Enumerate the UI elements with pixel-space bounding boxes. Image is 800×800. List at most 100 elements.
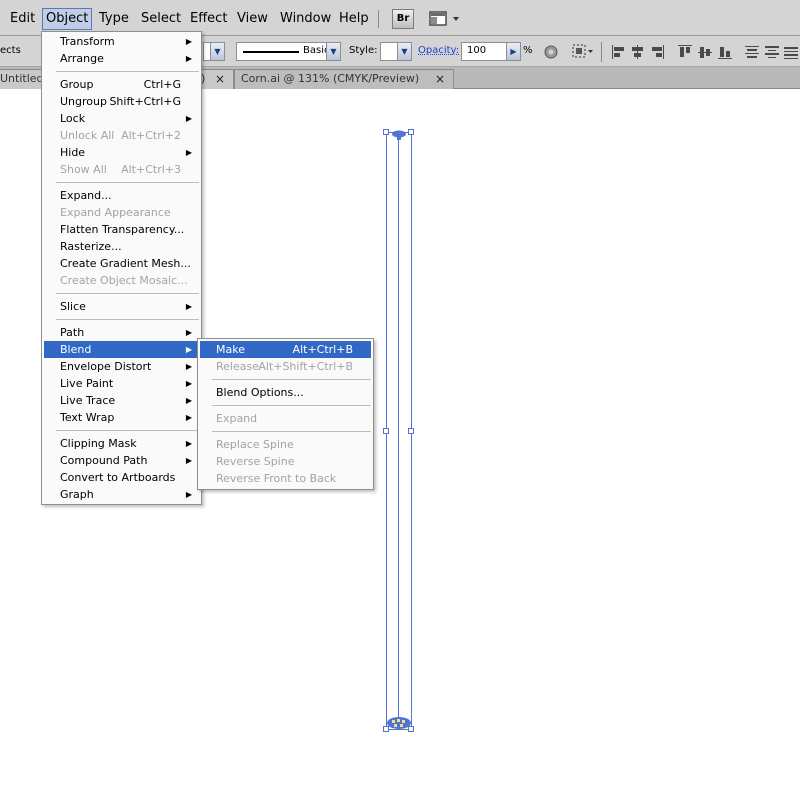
menu-separator	[212, 405, 371, 406]
bbox-handle[interactable]	[383, 726, 389, 732]
menu-item-text-wrap[interactable]: Text Wrap ▶	[44, 409, 199, 426]
align-bottom-icon[interactable]	[718, 45, 732, 59]
close-icon[interactable]: ×	[435, 70, 445, 88]
brush-dropdown[interactable]: ▼	[203, 42, 225, 61]
menu-item-expand[interactable]: Expand...	[44, 187, 199, 204]
menu-item-live-paint[interactable]: Live Paint ▶	[44, 375, 199, 392]
close-icon[interactable]: ×	[215, 70, 225, 88]
submenu-arrow-icon: ▶	[185, 148, 192, 157]
align-right-icon[interactable]	[650, 45, 664, 59]
stroke-line-preview	[243, 51, 299, 53]
align-left-icon[interactable]	[612, 45, 626, 59]
menu-item-label: Path	[60, 326, 85, 339]
menu-item-label: Convert to Artboards	[60, 471, 176, 484]
menu-edit[interactable]: Edit	[7, 8, 38, 30]
bbox-handle[interactable]	[408, 726, 414, 732]
blend-submenu: Make Alt+Ctrl+B Release Alt+Shift+Ctrl+B Ble…	[197, 338, 374, 490]
menu-window[interactable]: Window	[277, 8, 334, 30]
submenu-arrow-icon: ▶	[185, 413, 192, 422]
opacity-input[interactable]: 100 ▶	[461, 42, 521, 61]
menu-item-path[interactable]: Path ▶	[44, 324, 199, 341]
control-bar-label: ects	[0, 45, 21, 56]
select-similar-button[interactable]	[571, 43, 595, 61]
menu-select[interactable]: Select	[138, 8, 184, 30]
bridge-icon: Br	[396, 13, 410, 24]
distribute-bottom-icon[interactable]	[784, 45, 798, 59]
distribute-center-icon[interactable]	[765, 45, 779, 59]
menu-item-lock[interactable]: Lock ▶	[44, 110, 199, 127]
menubar-divider	[378, 10, 379, 28]
submenu-arrow-icon: ▶	[185, 379, 192, 388]
menu-item-group[interactable]: Group Ctrl+G	[44, 76, 199, 93]
menu-item-live-trace[interactable]: Live Trace ▶	[44, 392, 199, 409]
blend-item-reverse-front-to-back: Reverse Front to Back	[200, 470, 371, 487]
chevron-down-icon: ▼	[210, 43, 224, 60]
menu-help[interactable]: Help	[336, 8, 372, 30]
menu-item-create-gradient-mesh[interactable]: Create Gradient Mesh...	[44, 255, 199, 272]
blend-item-make[interactable]: Make Alt+Ctrl+B	[200, 341, 371, 358]
blend-item-expand: Expand	[200, 410, 371, 427]
menu-item-shortcut: Ctrl+G	[143, 78, 181, 91]
menu-view[interactable]: View	[234, 8, 271, 30]
menu-item-transform[interactable]: Transform ▶	[44, 33, 199, 50]
opacity-link[interactable]: Opacity:	[418, 45, 459, 56]
align-center-vertical-icon[interactable]	[698, 45, 712, 59]
menu-item-hide[interactable]: Hide ▶	[44, 144, 199, 161]
menu-item-flatten-transparency[interactable]: Flatten Transparency...	[44, 221, 199, 238]
menu-item-label: Rasterize...	[60, 240, 122, 253]
tab-corn-ai[interactable]: Corn.ai @ 131% (CMYK/Preview) ×	[234, 69, 454, 89]
menu-item-shortcut: Shift+Ctrl+G	[109, 95, 181, 108]
menu-item-slice[interactable]: Slice ▶	[44, 298, 199, 315]
align-top-icon[interactable]	[678, 45, 692, 59]
menu-item-unlock-all: Unlock All Alt+Ctrl+2	[44, 127, 199, 144]
menu-item-label: Arrange	[60, 52, 104, 65]
selected-artwork[interactable]	[383, 129, 414, 734]
style-dropdown[interactable]: ▼	[380, 42, 412, 61]
menu-separator	[212, 379, 371, 380]
submenu-arrow-icon: ▶	[185, 396, 192, 405]
menu-separator	[212, 431, 371, 432]
control-divider	[601, 42, 602, 62]
distribute-top-icon[interactable]	[745, 45, 759, 59]
submenu-arrow-icon: ▶	[185, 456, 192, 465]
recolor-icon	[544, 45, 558, 59]
workspace-switcher[interactable]	[428, 9, 464, 29]
menu-effect[interactable]: Effect	[187, 8, 230, 30]
bridge-button[interactable]: Br	[392, 9, 414, 29]
stroke-profile-dropdown[interactable]: Basic ▼	[236, 42, 341, 61]
menu-item-arrange[interactable]: Arrange ▶	[44, 50, 199, 67]
bbox-handle[interactable]	[408, 129, 414, 135]
submenu-arrow-icon: ▶	[185, 328, 192, 337]
menu-item-label: Unlock All	[60, 129, 115, 142]
menu-item-shortcut: Alt+Ctrl+2	[121, 129, 181, 142]
recolor-artwork-button[interactable]	[543, 44, 559, 60]
align-center-horizontal-icon[interactable]	[630, 45, 644, 59]
menu-item-label: Show All	[60, 163, 107, 176]
path-center-line	[398, 132, 399, 730]
menu-type[interactable]: Type	[96, 8, 132, 30]
submenu-arrow-icon: ▶	[185, 362, 192, 371]
bbox-handle[interactable]	[408, 428, 414, 434]
menu-item-clipping-mask[interactable]: Clipping Mask ▶	[44, 435, 199, 452]
menu-item-rasterize[interactable]: Rasterize...	[44, 238, 199, 255]
menu-item-convert-to-artboards[interactable]: Convert to Artboards	[44, 469, 199, 486]
menu-item-graph[interactable]: Graph ▶	[44, 486, 199, 503]
blend-item-reverse-spine: Reverse Spine	[200, 453, 371, 470]
menu-object[interactable]: Object	[42, 8, 93, 30]
bbox-handle[interactable]	[383, 129, 389, 135]
menu-item-show-all: Show All Alt+Ctrl+3	[44, 161, 199, 178]
menu-item-label: Create Object Mosaic...	[60, 274, 188, 287]
menu-item-label: Flatten Transparency...	[60, 223, 185, 236]
menu-item-label: Graph	[60, 488, 94, 501]
menu-item-label: Transform	[60, 35, 115, 48]
menu-item-envelope-distort[interactable]: Envelope Distort ▶	[44, 358, 199, 375]
bbox-handle[interactable]	[383, 428, 389, 434]
menu-item-compound-path[interactable]: Compound Path ▶	[44, 452, 199, 469]
menu-item-label: Lock	[60, 112, 86, 125]
menu-item-label: Clipping Mask	[60, 437, 137, 450]
menu-item-label: Hide	[60, 146, 86, 159]
blend-item-blend-options[interactable]: Blend Options...	[200, 384, 371, 401]
menu-item-ungroup[interactable]: Ungroup Shift+Ctrl+G	[44, 93, 199, 110]
blend-item-release: Release Alt+Shift+Ctrl+B	[200, 358, 371, 375]
menu-item-blend[interactable]: Blend ▶	[44, 341, 199, 358]
